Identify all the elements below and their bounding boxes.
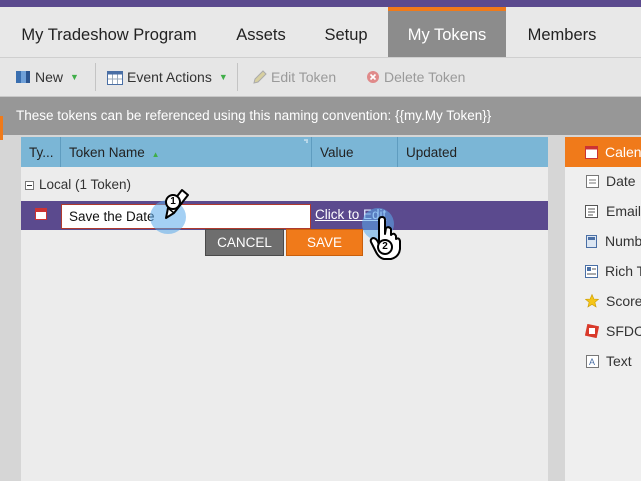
left-orange-marker bbox=[0, 116, 3, 140]
side-item-label: Rich T bbox=[605, 263, 641, 279]
cancel-button[interactable]: CANCEL bbox=[205, 229, 284, 256]
column-header-type-label: Ty... bbox=[29, 145, 54, 160]
column-header-value-label: Value bbox=[320, 145, 354, 160]
token-grid: Ty... Token Name ▲ Value Updated Local (… bbox=[21, 137, 548, 481]
edit-token-button[interactable]: Edit Token bbox=[252, 58, 336, 96]
info-bar: These tokens can be referenced using thi… bbox=[0, 97, 641, 135]
new-dropdown-icon: ▼ bbox=[70, 72, 79, 82]
new-icon bbox=[16, 71, 30, 83]
text-icon: A bbox=[585, 354, 599, 368]
tab-assets[interactable]: Assets bbox=[218, 7, 304, 57]
table-row[interactable]: Click to Edit bbox=[21, 201, 548, 230]
save-button[interactable]: SAVE bbox=[286, 229, 363, 256]
tab-setup[interactable]: Setup bbox=[304, 7, 388, 57]
step-2-badge: 2 bbox=[377, 239, 393, 255]
date-icon bbox=[585, 174, 599, 188]
event-actions-button[interactable]: Event Actions ▼ bbox=[107, 58, 228, 96]
delete-token-button[interactable]: Delete Token bbox=[366, 58, 465, 96]
tab-bar: My Tradeshow Program Assets Setup My Tok… bbox=[0, 7, 641, 57]
side-item-label: Numb bbox=[605, 233, 641, 249]
tab-my-tradeshow-program[interactable]: My Tradeshow Program bbox=[0, 7, 218, 57]
column-header-updated-label: Updated bbox=[406, 145, 458, 160]
sfdc-icon bbox=[585, 324, 599, 338]
group-row-local[interactable]: Local (1 Token) bbox=[21, 174, 131, 196]
side-item-text[interactable]: A Text bbox=[565, 346, 641, 376]
column-header-updated[interactable]: Updated bbox=[398, 137, 548, 167]
calendar-token-icon bbox=[35, 208, 47, 220]
toolbar-divider bbox=[95, 63, 96, 91]
side-item-sfdc[interactable]: SFDC bbox=[565, 316, 641, 346]
side-item-label: Score bbox=[606, 293, 641, 309]
side-item-rich-text[interactable]: Rich T bbox=[565, 256, 641, 286]
edit-token-label: Edit Token bbox=[271, 69, 337, 85]
top-accent-strip bbox=[0, 0, 641, 7]
side-item-label: Text bbox=[606, 353, 632, 369]
column-resize-icon[interactable] bbox=[301, 139, 309, 147]
score-icon bbox=[585, 294, 599, 308]
email-icon bbox=[585, 204, 599, 218]
pencil-icon bbox=[253, 69, 267, 84]
event-actions-dropdown-icon: ▼ bbox=[218, 72, 228, 82]
side-item-label: SFDC bbox=[606, 323, 641, 339]
grid-header: Ty... Token Name ▲ Value Updated bbox=[21, 137, 548, 167]
column-header-token-name-label: Token Name bbox=[69, 145, 145, 160]
tab-members[interactable]: Members bbox=[506, 7, 618, 57]
tab-my-tokens[interactable]: My Tokens bbox=[388, 7, 506, 57]
side-item-number[interactable]: Numb bbox=[565, 226, 641, 256]
column-header-type[interactable]: Ty... bbox=[21, 137, 61, 167]
side-item-label: Calen bbox=[605, 144, 641, 160]
column-header-token-name[interactable]: Token Name ▲ bbox=[61, 137, 312, 167]
side-item-label: Email bbox=[605, 203, 641, 219]
step-1-badge: 1 bbox=[165, 194, 181, 210]
token-type-panel: Calen Date Email Numb Rich T Score SFDC … bbox=[565, 137, 641, 481]
toolbar-divider bbox=[237, 63, 238, 91]
side-item-date[interactable]: Date bbox=[565, 166, 641, 196]
naming-convention-text: These tokens can be referenced using thi… bbox=[16, 108, 492, 123]
column-header-value[interactable]: Value bbox=[312, 137, 398, 167]
calendar-icon bbox=[585, 145, 598, 159]
number-icon bbox=[585, 234, 598, 248]
side-item-email[interactable]: Email bbox=[565, 196, 641, 226]
rich-text-icon bbox=[585, 264, 598, 278]
collapse-icon[interactable] bbox=[25, 180, 34, 190]
new-button-label: New bbox=[35, 69, 64, 85]
side-item-calendar[interactable]: Calen bbox=[565, 137, 641, 167]
sort-ascending-icon: ▲ bbox=[151, 150, 160, 159]
click-to-label: Click to bbox=[315, 207, 364, 222]
delete-token-label: Delete Token bbox=[384, 69, 466, 85]
svg-text:A: A bbox=[589, 357, 595, 367]
group-label: Local (1 Token) bbox=[39, 177, 132, 192]
event-actions-label: Event Actions bbox=[127, 69, 212, 85]
delete-icon bbox=[367, 71, 379, 83]
side-item-label: Date bbox=[606, 173, 636, 189]
event-actions-icon bbox=[107, 70, 123, 85]
new-button[interactable]: New ▼ bbox=[15, 58, 79, 96]
side-item-score[interactable]: Score bbox=[565, 286, 641, 316]
toolbar: New ▼ Event Actions ▼ Edit Token Delete … bbox=[0, 57, 641, 97]
